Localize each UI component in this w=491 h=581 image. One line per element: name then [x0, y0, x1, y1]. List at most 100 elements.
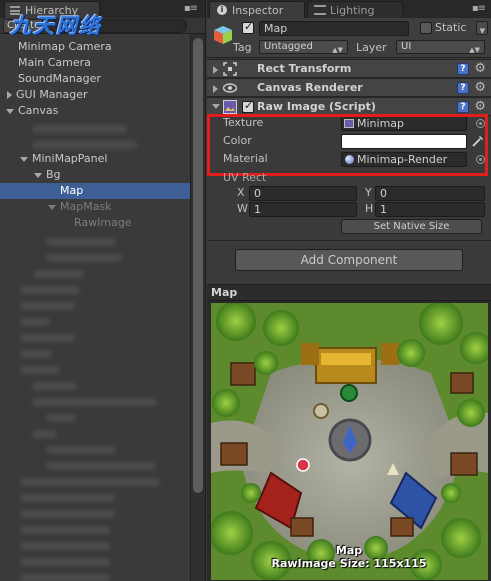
tag-dropdown[interactable]: Untagged ▲▼ [259, 40, 348, 54]
collapse-arrow-icon[interactable] [34, 172, 42, 178]
collapse-arrow-icon[interactable] [48, 204, 56, 210]
static-dropdown[interactable]: ▼ [476, 21, 488, 35]
hierarchy-item[interactable]: Bg [34, 167, 61, 183]
component-title: Raw Image (Script) [257, 100, 376, 113]
hierarchy-item[interactable]: Minimap Camera [18, 39, 112, 55]
hierarchy-item-label: MapMask [60, 200, 112, 213]
minimap-preview-image [211, 303, 488, 580]
collapse-arrow-icon[interactable] [20, 156, 28, 162]
active-checkbox[interactable] [242, 20, 254, 34]
preview-header[interactable]: Map [207, 284, 491, 301]
object-header: Map Static ▼ Tag Untagged ▲▼ Layer UI ▲▼ [207, 18, 491, 58]
layer-label: Layer [356, 41, 387, 54]
panel-menu-icon[interactable]: ▪≡ [472, 3, 486, 14]
color-label: Color [223, 134, 252, 147]
hierarchy-item-label: GUI Manager [16, 88, 88, 101]
hierarchy-item[interactable]: MapMask [48, 199, 112, 215]
preview-title: Map [211, 286, 238, 299]
blurred-item [20, 558, 110, 566]
tab-inspector-label: Inspector [232, 4, 284, 17]
eyedropper-icon[interactable] [471, 134, 484, 148]
add-component-label: Add Component [300, 253, 398, 267]
collapse-arrow-icon[interactable] [6, 108, 14, 114]
eye-icon [223, 83, 237, 93]
hierarchy-item[interactable]: SoundManager [18, 71, 101, 87]
expand-arrow-icon[interactable] [7, 91, 12, 99]
component-rect-transform[interactable]: Rect Transform ? ⚙ [207, 59, 491, 78]
component-title: Rect Transform [257, 62, 352, 75]
set-native-size-button[interactable]: Set Native Size [341, 219, 482, 234]
component-title: Canvas Renderer [257, 81, 363, 94]
object-name-field[interactable]: Map [259, 21, 409, 36]
panel-menu-icon[interactable]: ▪≡ [184, 3, 198, 14]
hierarchy-item-selected[interactable]: Map [0, 183, 190, 199]
uv-w-label: W [237, 202, 248, 215]
info-icon: i [217, 5, 227, 15]
fold-arrow-icon[interactable] [213, 66, 218, 74]
tab-lighting-label: Lighting [330, 4, 375, 17]
layer-dropdown[interactable]: UI ▲▼ [396, 40, 485, 54]
component-canvas-renderer[interactable]: Canvas Renderer ? ⚙ [207, 78, 491, 97]
hierarchy-item-label: Bg [46, 168, 61, 181]
blurred-item [46, 254, 122, 262]
blurred-item [20, 334, 75, 342]
component-raw-image[interactable]: Raw Image (Script) ? ⚙ [207, 97, 491, 116]
help-icon[interactable]: ? [457, 101, 469, 113]
hierarchy-item[interactable]: Canvas [6, 103, 58, 119]
inspector-panel: i Inspector Lighting ▪≡ Map Static ▼ Tag… [207, 0, 491, 581]
blurred-item [46, 446, 116, 454]
tag-value: Untagged [264, 41, 313, 52]
texture-value: Minimap [357, 117, 405, 130]
tab-inspector[interactable]: i Inspector [209, 1, 305, 18]
component-enabled-checkbox[interactable] [242, 99, 254, 113]
help-icon[interactable]: ? [457, 63, 469, 75]
hierarchy-item-label: MiniMapPanel [32, 152, 108, 165]
hierarchy-item[interactable]: Main Camera [18, 55, 91, 71]
dropdown-caret-icon: ▲▼ [469, 46, 480, 54]
blurred-item [32, 141, 137, 149]
blurred-item [20, 350, 52, 358]
gear-icon[interactable]: ⚙ [474, 80, 486, 95]
uv-x-label: X [237, 186, 245, 199]
add-component-button[interactable]: Add Component [235, 249, 463, 271]
hierarchy-item[interactable]: MiniMapPanel [20, 151, 107, 167]
hierarchy-scrollbar[interactable] [190, 34, 205, 581]
blurred-item [34, 270, 84, 278]
uv-h-field[interactable]: 1 [375, 202, 485, 217]
uv-h-label: H [365, 202, 374, 215]
fold-arrow-icon[interactable] [212, 104, 220, 109]
texture-label: Texture [223, 116, 264, 129]
uv-x-field[interactable]: 0 [249, 186, 357, 201]
blurred-item [46, 238, 116, 246]
uv-h-value: 1 [380, 203, 387, 216]
blurred-item [20, 286, 80, 294]
blurred-item [32, 382, 77, 390]
fold-arrow-icon[interactable] [213, 85, 218, 93]
static-checkbox[interactable] [420, 22, 432, 34]
tab-lighting[interactable]: Lighting [307, 1, 403, 18]
divider [207, 240, 491, 241]
preview-caption-size: RawImage Size: 115x115 [271, 557, 427, 570]
object-picker-icon[interactable] [476, 155, 485, 164]
hierarchy-item-label: Canvas [18, 104, 59, 117]
object-picker-icon[interactable] [476, 119, 485, 128]
blurred-item [46, 462, 156, 470]
gear-icon[interactable]: ⚙ [474, 61, 486, 76]
blurred-item [20, 318, 50, 326]
blurred-item [20, 478, 160, 486]
blurred-item [20, 510, 115, 518]
static-label: Static [435, 21, 467, 34]
hierarchy-item-label: SoundManager [18, 72, 101, 85]
uv-y-field[interactable]: 0 [375, 186, 485, 201]
hierarchy-item[interactable]: GUI Manager [6, 87, 88, 103]
color-field[interactable] [341, 134, 467, 149]
blurred-item [20, 366, 60, 374]
material-field[interactable]: Minimap-Render [341, 152, 467, 167]
texture-field[interactable]: Minimap [341, 116, 467, 131]
help-icon[interactable]: ? [457, 82, 469, 94]
preview-caption-name: Map [335, 544, 363, 557]
gear-icon[interactable]: ⚙ [474, 99, 486, 114]
hierarchy-item[interactable]: RawImage [74, 215, 132, 231]
uv-w-field[interactable]: 1 [249, 202, 357, 217]
scrollbar-thumb[interactable] [193, 38, 203, 493]
